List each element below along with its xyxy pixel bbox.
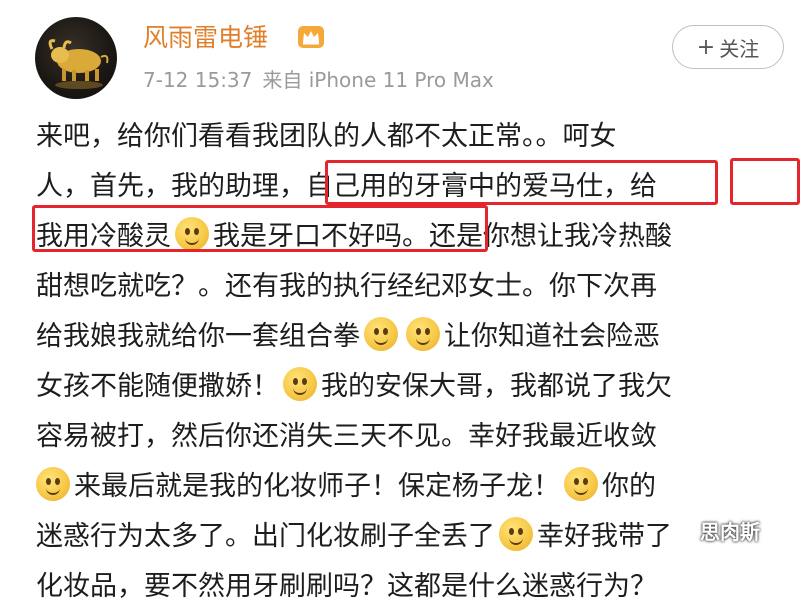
username[interactable]: 风雨雷电锤 [143, 22, 268, 54]
smile-emoji-icon [283, 367, 317, 401]
smile-emoji-icon [364, 317, 398, 351]
text-segment: 容易被打，然后你还消失三天不见。幸好我最近收敛 [36, 421, 657, 452]
text-segment: 给我娘我就给你一套组合拳 [36, 321, 360, 352]
text-segment: 来吧，给你们看看我团队的人都不太正常。。呵女 [36, 121, 617, 152]
smile-emoji-icon [36, 467, 70, 501]
text-segment: 让你知道社会险恶 [444, 321, 660, 352]
highlight-box [32, 205, 488, 252]
golden-bull-avatar-icon [48, 39, 109, 89]
post-source: 来自 iPhone 11 Pro Max [262, 68, 494, 92]
text-segment: 幸好我带了 [537, 521, 672, 552]
follow-label: 关注 [719, 36, 760, 61]
plus-icon: + [696, 34, 716, 60]
smile-emoji-icon [406, 317, 440, 351]
highlight-box [325, 160, 718, 205]
highlight-box [730, 158, 800, 205]
text-line: 容易被打，然后你还消失三天不见。幸好我最近收敛 [36, 412, 657, 462]
text-segment: 迷惑行为太多了。出门化妆刷子全丢了 [36, 521, 495, 552]
text-segment: 你的 [602, 471, 656, 502]
text-line: 女孩不能随便撒娇！ 我的安保大哥，我都说了我欠 [36, 362, 672, 412]
text-line: 甜想吃就吃？。还有我的执行经纪邓女士。你下次再 [36, 262, 657, 312]
text-segment: 女孩不能随便撒娇！ [36, 371, 279, 402]
watermark: 思肉斯 [700, 520, 760, 544]
text-line: 化妆品，要不然用牙刷刷吗？这都是什么迷惑行为？ [36, 562, 657, 612]
text-line: 来吧，给你们看看我团队的人都不太正常。。呵女 [36, 112, 617, 162]
follow-button[interactable]: + 关注 [672, 25, 784, 69]
smile-emoji-icon [564, 467, 598, 501]
text-line: 迷惑行为太多了。出门化妆刷子全丢了 幸好我带了 [36, 512, 672, 562]
avatar[interactable] [35, 17, 117, 99]
text-line: 给我娘我就给你一套组合拳 让你知道社会险恶 [36, 312, 660, 362]
post-timestamp: 7-12 15:37 [143, 68, 253, 92]
post-meta: 7-12 15:37 来自 iPhone 11 Pro Max [143, 67, 504, 93]
text-segment: 化妆品，要不然用牙刷刷吗？这都是什么迷惑行为？ [36, 571, 657, 602]
smile-emoji-icon [499, 517, 533, 551]
text-line: 来最后就是我的化妆师子！保定杨子龙！ 你的 [36, 462, 656, 512]
text-segment: 来最后就是我的化妆师子！保定杨子龙！ [74, 471, 560, 502]
text-segment: 甜想吃就吃？。还有我的执行经纪邓女士。你下次再 [36, 271, 657, 302]
text-segment: 我的安保大哥，我都说了我欠 [321, 371, 672, 402]
crown-icon [298, 26, 324, 48]
